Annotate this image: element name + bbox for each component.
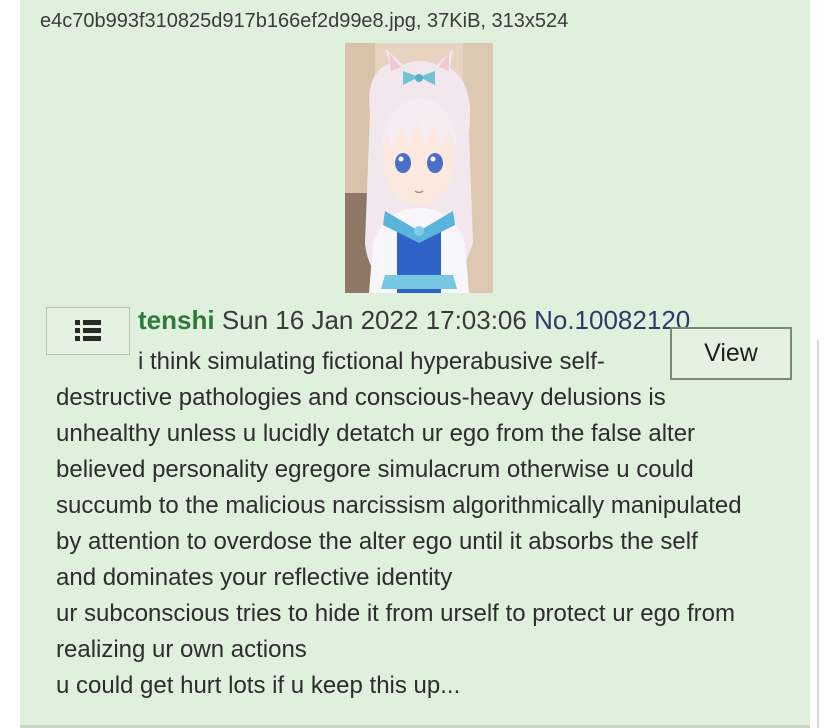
post-datetime: Sun 16 Jan 2022 17:03:06 (221, 305, 527, 335)
poster-name: tenshi (138, 305, 215, 335)
anime-catgirl-thumbnail-icon (345, 43, 493, 293)
list-menu-icon (75, 320, 101, 341)
message-line: ur subconscious tries to hide it from ur… (56, 600, 735, 627)
post-header: tenshi Sun 16 Jan 2022 17:03:06 No.10082… (138, 305, 690, 336)
post-number-link[interactable]: No.10082120 (534, 305, 690, 335)
file-info[interactable]: e4c70b993f310825d917b166ef2d99e8.jpg, 37… (40, 10, 568, 33)
scrollbar[interactable] (817, 340, 819, 728)
post-message: i think simulating fictional hyperabusiv… (56, 344, 816, 704)
message-line: believed personality egregore simulacrum… (56, 456, 694, 483)
message-line: u could get hurt lots if u keep this up.… (56, 672, 461, 699)
post-thumbnail-image[interactable] (345, 43, 493, 293)
message-line: unhealthy unless u lucidly detatch ur eg… (56, 420, 696, 447)
post-container: e4c70b993f310825d917b166ef2d99e8.jpg, 37… (20, 0, 810, 726)
message-line: realizing ur own actions (56, 636, 307, 663)
message-line: succumb to the malicious narcissism algo… (56, 492, 742, 519)
message-line: and dominates your reflective identity (56, 564, 453, 591)
message-line: i think simulating fictional hyperabusiv… (138, 348, 605, 375)
message-line: destructive pathologies and conscious-he… (56, 384, 666, 411)
message-line: by attention to overdose the alter ego u… (56, 528, 698, 555)
